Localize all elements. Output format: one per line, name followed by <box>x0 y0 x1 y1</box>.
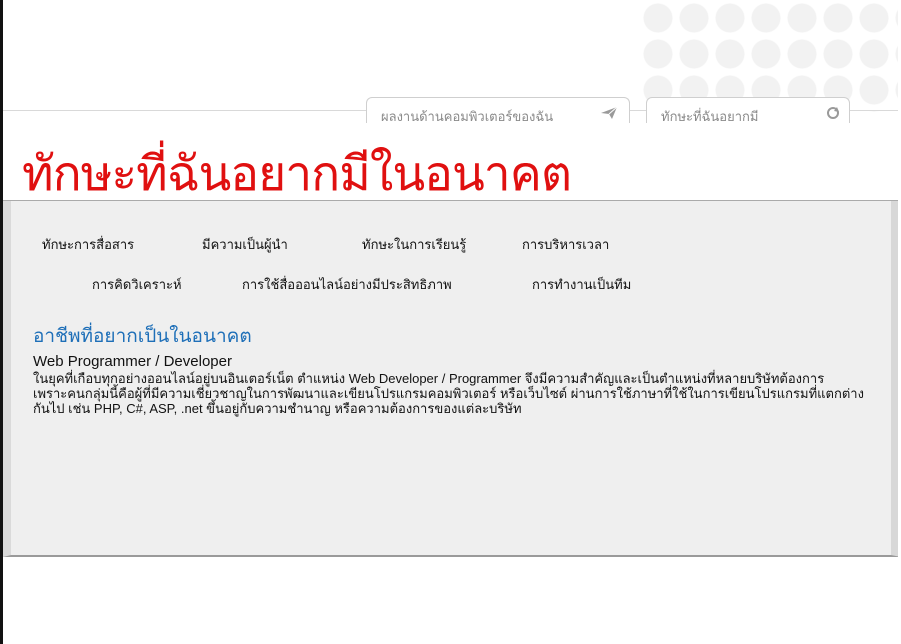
tab-desired-skills[interactable]: ทักษะที่ฉันอยากมี <box>646 97 850 125</box>
page-viewport: ผลงานด้านคอมพิวเตอร์ของฉัน ทักษะที่ฉันอย… <box>0 0 898 644</box>
window-left-edge <box>0 0 3 644</box>
job-description: ในยุคที่เกือบทุกอย่างออนไลน์อยู่บนอินเตอ… <box>33 371 898 416</box>
nav-skill-learning[interactable]: ทักษะในการเรียนรู้ <box>362 234 466 255</box>
nav-skill-analytical-thinking[interactable]: การคิดวิเคราะห์ <box>92 274 182 295</box>
career-heading: อาชีพที่อยากเป็นในอนาคต <box>33 325 252 347</box>
job-description-line: เพราะคนกลุ่มนี้คือผู้ที่มีความเชี่ยวชาญใ… <box>33 386 864 401</box>
paper-plane-icon <box>601 106 618 119</box>
tab-desired-skills-label: ทักษะที่ฉันอยากมี <box>661 110 759 125</box>
nav-skill-communication[interactable]: ทักษะการสื่อสาร <box>42 234 134 255</box>
job-title: Web Programmer / Developer <box>33 353 232 370</box>
nav-skill-teamwork[interactable]: การทำงานเป็นทีม <box>532 274 631 295</box>
header-decoration <box>640 0 898 112</box>
job-description-line: ในยุคที่เกือบทุกอย่างออนไลน์อยู่บนอินเตอ… <box>33 371 825 386</box>
nav-skill-time-management[interactable]: การบริหารเวลา <box>522 234 609 255</box>
tab-computer-works[interactable]: ผลงานด้านคอมพิวเตอร์ของฉัน <box>366 97 630 125</box>
nav-skill-leadership[interactable]: มีความเป็นผู้นำ <box>202 234 288 255</box>
refresh-icon <box>827 107 839 119</box>
nav-skill-online-media[interactable]: การใช้สื่อออนไลน์อย่างมีประสิทธิภาพ <box>242 274 452 295</box>
tab-computer-works-label: ผลงานด้านคอมพิวเตอร์ของฉัน <box>381 110 554 125</box>
job-description-line: กันไป เช่น PHP, C#, ASP, .net ขึ้นอยู่กั… <box>33 401 522 416</box>
